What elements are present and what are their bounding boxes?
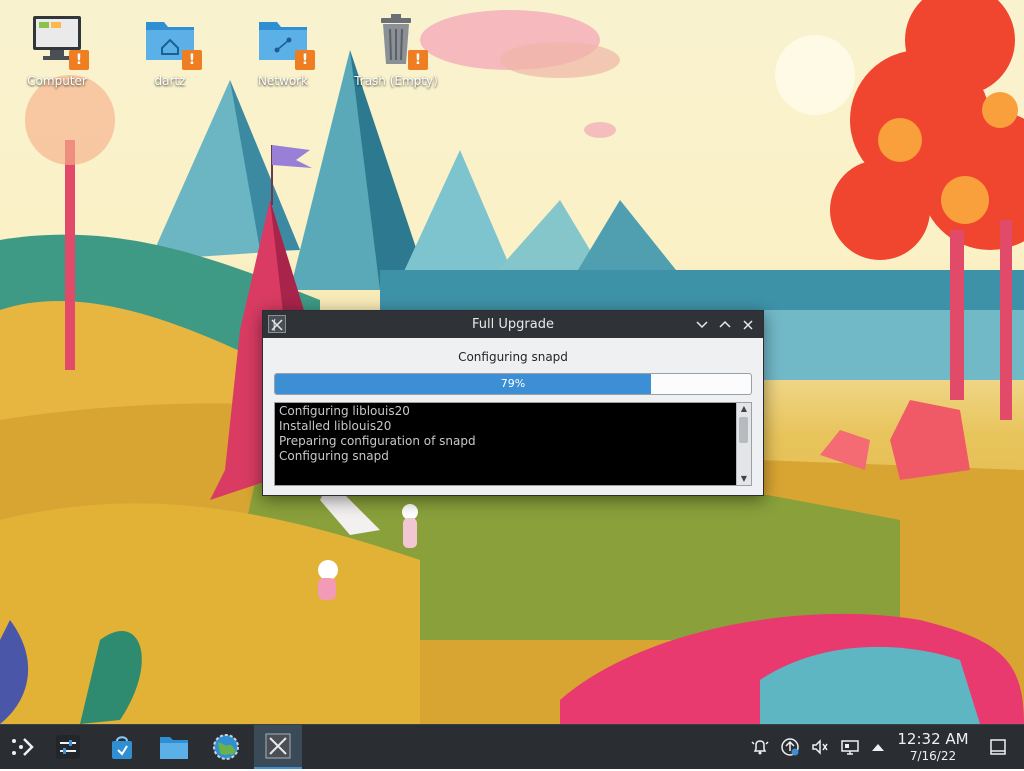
desktop-icon-home-folder[interactable]: ! dartz <box>122 12 218 88</box>
scrollbar-thumb[interactable] <box>739 417 748 443</box>
bell-icon[interactable] <box>750 737 770 757</box>
log-line: Installed liblouis20 <box>279 419 392 433</box>
app-icon[interactable] <box>268 315 286 333</box>
desktop-icon-label: Computer <box>27 74 87 88</box>
network-wired-icon[interactable] <box>840 737 860 757</box>
launcher-icon <box>12 738 34 756</box>
computer-icon: ! <box>29 12 89 70</box>
taskbar-file-manager[interactable] <box>156 729 192 765</box>
globe-icon <box>213 734 239 760</box>
show-hidden-icons-chevron-up-icon[interactable] <box>868 737 888 757</box>
folder-icon <box>160 737 188 759</box>
desktop-icon-computer[interactable]: ! Computer <box>9 12 105 88</box>
update-icon[interactable] <box>780 737 800 757</box>
taskbar-full-upgrade-window[interactable] <box>254 725 302 769</box>
chevron-up-icon <box>719 320 731 328</box>
desktop-icon-label: Network <box>257 74 309 88</box>
taskbar-system-settings[interactable] <box>50 729 86 765</box>
taskbar: 12:32 AM 7/16/22 <box>0 724 1024 769</box>
close-button[interactable] <box>738 311 758 338</box>
application-launcher-button[interactable] <box>4 729 40 765</box>
warning-badge: ! <box>295 50 315 70</box>
maximize-button[interactable] <box>715 311 735 338</box>
clock-time[interactable]: 12:32 AM <box>896 730 970 748</box>
clock-date[interactable]: 7/16/22 <box>896 749 970 763</box>
app-icon <box>265 733 291 759</box>
progress-bar: 79% <box>274 373 752 395</box>
desktop-icon-trash[interactable]: ! Trash (Empty) <box>348 12 444 88</box>
dialog-title: Full Upgrade <box>472 317 554 332</box>
taskbar-web-browser[interactable] <box>208 729 244 765</box>
scroll-down-arrow-icon[interactable]: ▼ <box>737 473 751 485</box>
log-scrollbar[interactable]: ▲ ▼ <box>736 403 751 485</box>
log-output[interactable]: Configuring liblouis20 Installed libloui… <box>274 402 752 486</box>
close-icon <box>743 320 753 330</box>
shopping-bag-icon <box>112 736 132 759</box>
home-folder-icon: ! <box>142 12 202 70</box>
trash-icon: ! <box>368 12 428 70</box>
dialog-titlebar[interactable]: Full Upgrade <box>263 311 763 338</box>
desktop-icon-network[interactable]: ! Network <box>235 12 331 88</box>
show-desktop-icon[interactable] <box>988 737 1008 757</box>
progress-label: 79% <box>500 377 526 390</box>
volume-muted-icon[interactable] <box>810 737 830 757</box>
log-line: Configuring liblouis20 <box>279 404 410 418</box>
chevron-down-icon <box>696 321 708 329</box>
log-line: Preparing configuration of snapd <box>279 434 476 448</box>
full-upgrade-dialog: Full Upgrade Configuring snapd 79% Confi… <box>262 310 764 496</box>
warning-badge: ! <box>182 50 202 70</box>
desktop-icon-label: dartz <box>154 74 186 88</box>
log-line: Configuring snapd <box>279 449 389 463</box>
network-folder-icon: ! <box>255 12 315 70</box>
warning-badge: ! <box>408 50 428 70</box>
scroll-up-arrow-icon[interactable]: ▲ <box>737 403 751 415</box>
warning-badge: ! <box>69 50 89 70</box>
taskbar-discover[interactable] <box>104 729 140 765</box>
desktop-icon-label: Trash (Empty) <box>354 74 438 88</box>
status-text: Configuring snapd <box>458 350 568 364</box>
settings-sliders-icon <box>56 735 80 759</box>
minimize-button[interactable] <box>692 311 712 338</box>
